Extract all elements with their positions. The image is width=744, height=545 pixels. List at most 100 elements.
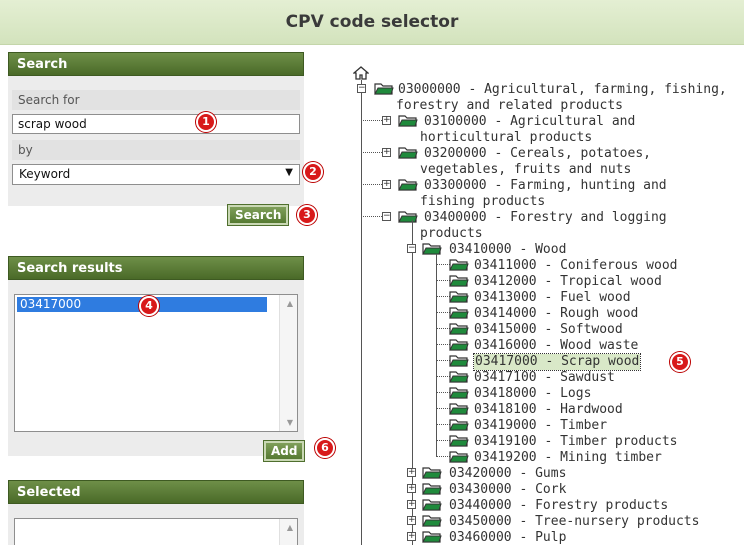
tree-node-wood-child[interactable]: 03416000 - Wood waste	[474, 338, 638, 354]
tree-node-level2[interactable]: 03430000 - Cork	[449, 482, 566, 498]
folder-icon	[398, 114, 418, 127]
search-button[interactable]: Search	[226, 204, 290, 226]
expand-icon[interactable]: +	[382, 116, 391, 125]
folder-icon	[449, 354, 469, 367]
tree-connector	[436, 392, 450, 393]
tree-node-root[interactable]: 03000000 - Agricultural, farming, fishin…	[398, 82, 727, 98]
search-by-select[interactable]: Keyword ▼	[12, 164, 300, 185]
tree-connector	[436, 376, 450, 377]
search-results-header: Search results	[8, 256, 304, 280]
folder-icon	[449, 258, 469, 271]
selected-list[interactable]: ▲	[14, 518, 298, 545]
selected-header: Selected	[8, 480, 304, 504]
collapse-icon[interactable]: −	[407, 244, 416, 253]
tree-node-level2[interactable]: 03450000 - Tree-nursery products	[449, 514, 699, 530]
selected-panel: Selected ▲	[8, 480, 304, 545]
search-results-list[interactable]: 03417000 ▲ ▼	[14, 294, 298, 432]
search-for-label: Search for	[12, 90, 300, 110]
expand-icon[interactable]: +	[407, 468, 416, 477]
collapse-icon[interactable]: −	[382, 212, 391, 221]
folder-icon	[422, 242, 442, 255]
folder-icon	[449, 290, 469, 303]
tree-node-level1[interactable]: 03100000 - Agricultural and	[424, 114, 635, 130]
tree-node-level1[interactable]: 03200000 - Cereals, potatoes,	[424, 146, 651, 162]
folder-icon	[449, 386, 469, 399]
folder-icon	[422, 530, 442, 543]
folder-icon	[422, 514, 442, 527]
tree-node-level2[interactable]: 03440000 - Forestry products	[449, 498, 668, 514]
tree-node-wood-child[interactable]: 03419000 - Timber	[474, 418, 607, 434]
tree-node-wood-child[interactable]: 03414000 - Rough wood	[474, 306, 638, 322]
tree-node-wood-child[interactable]: 03413000 - Fuel wood	[474, 290, 631, 306]
tree-connector	[436, 254, 437, 456]
expand-icon[interactable]: +	[407, 484, 416, 493]
tree-node-wood-child[interactable]: 03412000 - Tropical wood	[474, 274, 662, 290]
folder-icon	[449, 306, 469, 319]
tree-node-wood-child[interactable]: 03415000 - Softwood	[474, 322, 623, 338]
tree-node-level1-line2[interactable]: vegetables, fruits and nuts	[420, 162, 631, 178]
scroll-up-icon[interactable]: ▲	[287, 299, 293, 308]
tree-connector	[412, 220, 413, 545]
folder-icon	[449, 418, 469, 431]
dropdown-arrow-icon[interactable]: ▼	[285, 167, 293, 178]
tree-node-wood-child[interactable]: 03419100 - Timber products	[474, 434, 678, 450]
callout-badge-2: 2	[303, 162, 323, 182]
expand-icon[interactable]: +	[407, 532, 416, 541]
tree-node-wood-child[interactable]: 03417100 - Sawdust	[474, 370, 615, 386]
expand-icon[interactable]: +	[407, 516, 416, 525]
add-button[interactable]: Add	[262, 440, 306, 462]
tree-node-wood[interactable]: 03410000 - Wood	[449, 242, 566, 258]
tree-node-selected[interactable]: 03417000 - Scrap wood	[472, 353, 642, 371]
search-input[interactable]	[12, 114, 300, 134]
tree-node-level1[interactable]: 03400000 - Forestry and logging	[424, 210, 667, 226]
tree-connector	[436, 312, 450, 313]
tree-connector	[436, 280, 450, 281]
search-panel-header: Search	[8, 52, 304, 76]
folder-icon	[422, 482, 442, 495]
callout-badge-3: 3	[297, 205, 317, 225]
tree-node-wood-child[interactable]: 03418100 - Hardwood	[474, 402, 623, 418]
folder-icon	[449, 274, 469, 287]
tree-node-level1-line2[interactable]: fishing products	[420, 194, 545, 210]
tree-node-level1[interactable]: 03300000 - Farming, hunting and	[424, 178, 667, 194]
tree-connector	[436, 296, 450, 297]
results-scrollbar[interactable]: ▲ ▼	[279, 295, 297, 431]
selected-scrollbar[interactable]: ▲	[279, 519, 297, 545]
tree-connector	[436, 408, 450, 409]
expand-icon[interactable]: +	[382, 180, 391, 189]
expand-icon[interactable]: +	[407, 500, 416, 509]
collapse-icon[interactable]: −	[357, 84, 366, 93]
search-by-value: Keyword	[19, 167, 71, 181]
tree-node-level1-line2[interactable]: horticultural products	[420, 130, 592, 146]
scroll-up-icon[interactable]: ▲	[287, 523, 293, 532]
tree-connector	[361, 184, 382, 185]
tree-node-wood-child[interactable]: 03411000 - Coniferous wood	[474, 258, 678, 274]
expand-icon[interactable]: +	[382, 148, 391, 157]
search-results-panel: Search results 03417000 ▲ ▼ Add	[8, 256, 306, 462]
callout-badge-4: 4	[139, 296, 159, 316]
scroll-down-icon[interactable]: ▼	[287, 418, 293, 427]
tree-connector	[436, 328, 450, 329]
tree-connector	[361, 152, 382, 153]
tree-connector	[436, 440, 450, 441]
folder-icon	[449, 322, 469, 335]
folder-icon	[449, 450, 469, 463]
tree-node-level2[interactable]: 03460000 - Pulp	[449, 530, 566, 545]
folder-icon	[398, 178, 418, 191]
tree-connector	[361, 216, 382, 217]
folder-icon	[374, 82, 394, 95]
tree-connector	[361, 120, 382, 121]
tree-connector	[436, 456, 450, 457]
folder-icon	[449, 434, 469, 447]
tree-node-level2[interactable]: 03420000 - Gums	[449, 466, 566, 482]
home-icon[interactable]	[353, 66, 369, 80]
cpv-tree: − 03000000 - Agricultural, farming, fishi…	[322, 60, 744, 545]
tree-node-wood-child[interactable]: 03419200 - Mining timber	[474, 450, 662, 466]
tree-node-wood-child[interactable]: 03418000 - Logs	[474, 386, 591, 402]
tree-node-level1-line2[interactable]: products	[420, 226, 483, 242]
tree-connector	[361, 80, 362, 545]
folder-icon	[449, 338, 469, 351]
folder-icon	[422, 466, 442, 479]
tree-node-root-line2[interactable]: forestry and related products	[396, 98, 623, 114]
folder-icon	[398, 146, 418, 159]
